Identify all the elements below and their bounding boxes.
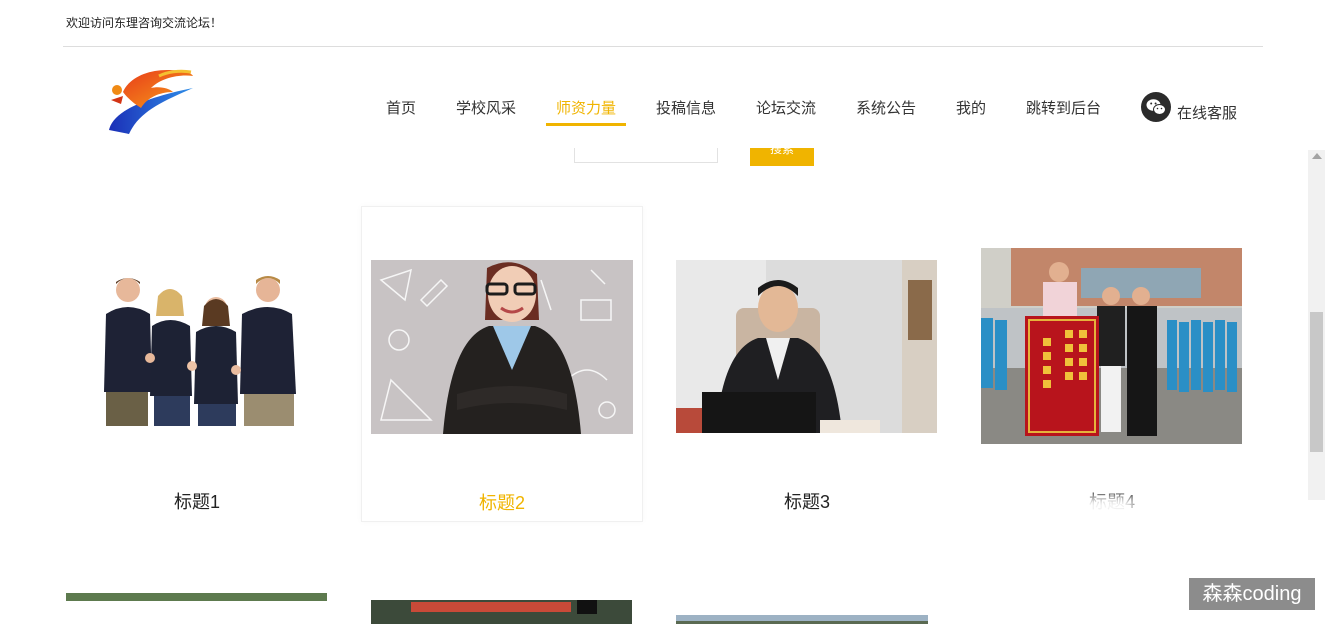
card-title[interactable]: 标题1 <box>56 488 338 514</box>
site-logo[interactable] <box>103 64 197 136</box>
card-title[interactable]: 标题3 <box>666 488 948 514</box>
teacher-card-1[interactable]: 标题1 <box>56 206 338 522</box>
card-image-school-banner <box>981 248 1242 444</box>
scrollbar-thumb[interactable] <box>1310 312 1323 452</box>
watermark: 森森coding <box>1189 578 1315 610</box>
nav-item-home[interactable]: 首页 <box>386 97 416 118</box>
search-input[interactable] <box>574 148 718 163</box>
nav-item-school-style[interactable]: 学校风采 <box>456 97 516 118</box>
card-title[interactable]: 标题2 <box>362 489 642 515</box>
nav-item-forum[interactable]: 论坛交流 <box>756 97 816 118</box>
scroll-up-icon[interactable] <box>1312 153 1322 159</box>
welcome-text: 欢迎访问东理咨询交流论坛！ <box>66 16 223 30</box>
search-button[interactable]: 搜索 <box>750 148 814 166</box>
nav-item-submission[interactable]: 投稿信息 <box>656 97 716 118</box>
card-image-teacher-woman <box>371 260 633 434</box>
teacher-card-6-image[interactable] <box>371 600 632 624</box>
teacher-card-3[interactable]: 标题3 <box>666 206 948 522</box>
teacher-card-7-image[interactable] <box>676 613 928 624</box>
teacher-card-4[interactable]: 标题4 <box>971 206 1253 522</box>
render-artifact-overlay <box>1072 496 1136 518</box>
card-image-team <box>76 274 321 426</box>
wechat-icon[interactable] <box>1141 92 1171 122</box>
nav-active-underline <box>546 123 626 126</box>
card-image-teacher-man <box>676 260 937 433</box>
teacher-card-5-image[interactable] <box>66 593 327 624</box>
nav-item-announcement[interactable]: 系统公告 <box>856 97 916 118</box>
nav-item-mine[interactable]: 我的 <box>956 97 986 118</box>
teacher-card-2[interactable]: 标题2 <box>361 206 643 522</box>
nav-item-faculty[interactable]: 师资力量 <box>556 97 616 118</box>
render-artifact-overlay <box>1096 588 1186 618</box>
nav-item-admin[interactable]: 跳转到后台 <box>1026 97 1101 118</box>
online-service-link[interactable]: 在线客服 <box>1177 102 1237 123</box>
header-divider <box>63 46 1263 47</box>
search-button-label: 搜索 <box>769 148 794 156</box>
